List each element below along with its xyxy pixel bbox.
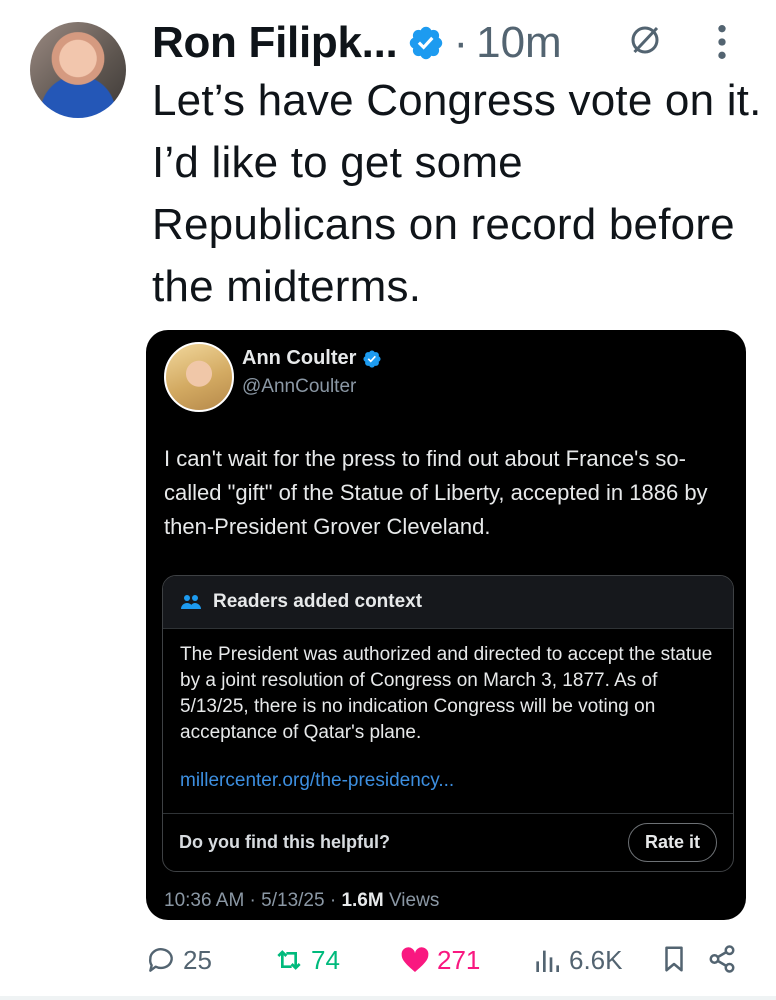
views-button[interactable]: 6.6K bbox=[531, 940, 623, 980]
community-note-body: The President was authorized and directe… bbox=[180, 644, 713, 743]
divider bbox=[0, 996, 776, 1000]
separator: · bbox=[453, 18, 469, 67]
quoted-views-count: 1.6M bbox=[341, 890, 384, 911]
repost-button[interactable]: 74 bbox=[273, 940, 340, 980]
tweet-actions-bar: 25 74 271 6.6K bbox=[145, 940, 750, 980]
author-avatar[interactable] bbox=[30, 22, 126, 118]
community-note-title: Readers added context bbox=[213, 591, 423, 612]
timestamp[interactable]: 10m bbox=[476, 14, 562, 72]
tweet-header: Ron Filipk... · 10m bbox=[152, 14, 756, 72]
grok-icon[interactable] bbox=[627, 22, 663, 58]
bookmark-icon[interactable] bbox=[659, 944, 689, 974]
quoted-author-name[interactable]: Ann Coulter bbox=[242, 347, 356, 370]
community-note-footer: Do you find this helpful? Rate it bbox=[163, 813, 733, 871]
repost-count: 74 bbox=[311, 944, 340, 975]
views-icon bbox=[536, 950, 559, 972]
community-note: Readers added context The President was … bbox=[162, 575, 734, 872]
like-count: 271 bbox=[437, 944, 481, 975]
reply-count: 25 bbox=[183, 944, 212, 975]
reply-button[interactable]: 25 bbox=[145, 940, 212, 980]
heart-icon bbox=[401, 947, 429, 972]
verified-badge-icon bbox=[410, 26, 443, 60]
share-icon[interactable] bbox=[707, 944, 737, 974]
quoted-tweet-card[interactable]: Ann Coulter @AnnCoulter I can't wait for… bbox=[146, 330, 746, 920]
quoted-author-name-row: Ann Coulter bbox=[242, 347, 382, 370]
more-options-icon[interactable] bbox=[715, 22, 729, 62]
views-count: 6.6K bbox=[569, 944, 623, 975]
tweet-text: Let’s have Congress vote on it. I’d like… bbox=[152, 76, 762, 311]
quoted-timestamp[interactable]: 10:36 AM · 5/13/25 · bbox=[164, 890, 341, 911]
quoted-author-avatar[interactable] bbox=[164, 342, 234, 412]
helpful-question: Do you find this helpful? bbox=[179, 832, 390, 852]
quoted-tweet-text: I can't wait for the press to find out a… bbox=[164, 446, 708, 539]
people-icon bbox=[181, 595, 201, 609]
reply-icon bbox=[148, 948, 173, 972]
community-note-link[interactable]: millercenter.org/the-presidency... bbox=[180, 770, 454, 792]
community-note-header: Readers added context bbox=[163, 576, 733, 629]
like-button[interactable]: 271 bbox=[399, 940, 480, 980]
author-name[interactable]: Ron Filipk... bbox=[152, 14, 398, 72]
rate-it-button[interactable]: Rate it bbox=[627, 823, 717, 862]
quoted-views-label: Views bbox=[383, 890, 440, 911]
repost-icon bbox=[277, 950, 301, 970]
quoted-author-handle[interactable]: @AnnCoulter bbox=[242, 376, 356, 398]
quoted-tweet-meta: 10:36 AM · 5/13/25 · 1.6M Views bbox=[164, 890, 439, 912]
verified-badge-icon bbox=[363, 349, 381, 368]
